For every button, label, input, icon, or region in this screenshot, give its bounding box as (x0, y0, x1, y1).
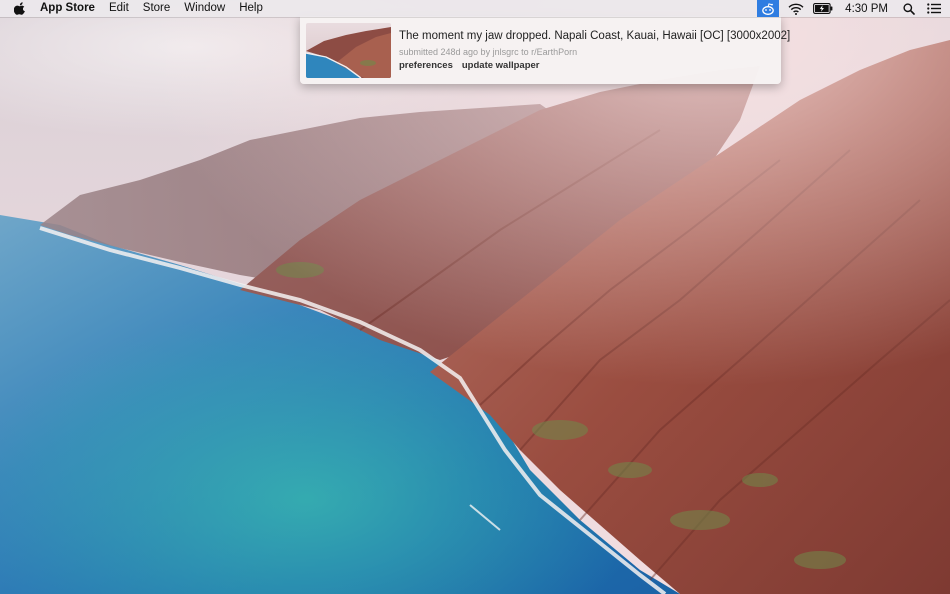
menu-store[interactable]: Store (143, 0, 171, 17)
wallpaper-info-popover: The moment my jaw dropped. Napali Coast,… (300, 16, 790, 84)
notification-center-icon[interactable] (926, 0, 942, 17)
menu-bar-left: App Store Edit Store Window Help (0, 0, 277, 17)
desktop-wallpaper (0, 0, 950, 594)
menu-window[interactable]: Window (184, 0, 225, 17)
wallpaper-thumbnail[interactable] (306, 23, 391, 78)
battery-charging-icon[interactable] (813, 0, 833, 17)
reddit-wallpaper-status-icon[interactable] (757, 0, 780, 17)
desktop: App Store Edit Store Window Help 4:30 PM… (0, 0, 950, 594)
spotlight-search-icon[interactable] (902, 0, 916, 17)
preferences-link[interactable]: preferences (399, 60, 453, 71)
menu-help[interactable]: Help (239, 0, 263, 17)
wifi-icon[interactable] (787, 0, 805, 17)
wallpaper-post-meta: submitted 248d ago by jnlsgrc to r/Earth… (399, 47, 578, 57)
menu-bar-status-area: 4:30 PM (757, 0, 950, 17)
menu-bar: App Store Edit Store Window Help 4:30 PM (0, 0, 950, 17)
wallpaper-post-title[interactable]: The moment my jaw dropped. Napali Coast,… (399, 30, 790, 42)
menu-app-name[interactable]: App Store (40, 0, 95, 17)
update-wallpaper-link[interactable]: update wallpaper (462, 60, 540, 71)
popover-actions: preferences update wallpaper (399, 60, 539, 71)
menu-bar-clock[interactable]: 4:30 PM (845, 3, 888, 15)
apple-logo-icon[interactable] (14, 2, 28, 15)
menu-edit[interactable]: Edit (109, 0, 129, 17)
